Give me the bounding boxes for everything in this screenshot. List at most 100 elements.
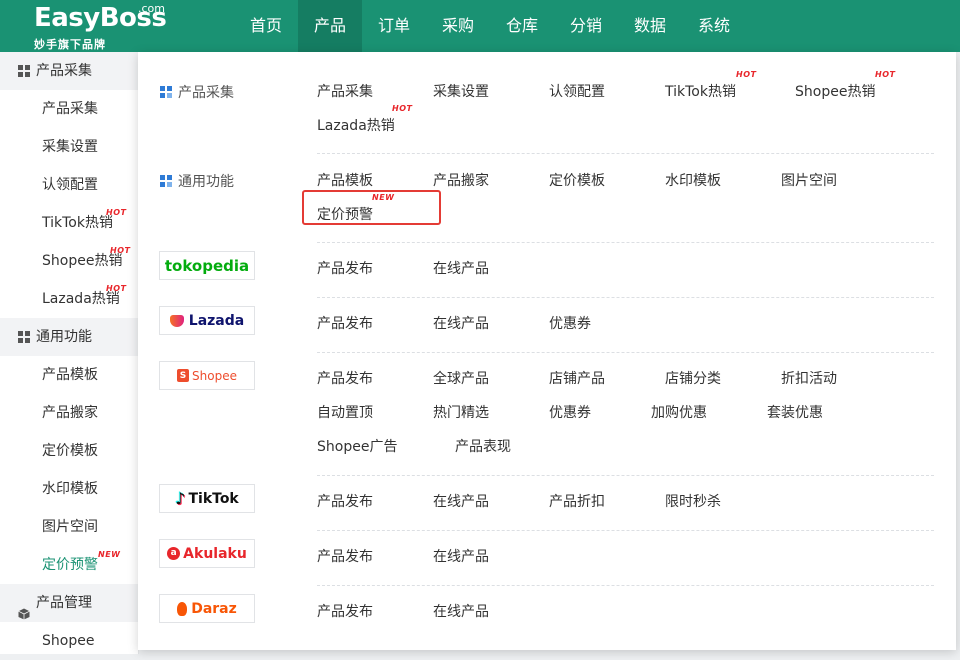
menu-link-shopee-bundle-deal[interactable]: 套装优惠 bbox=[767, 402, 823, 422]
link-label: 在线产品 bbox=[433, 261, 489, 277]
sidebar-item-tiktok-hot[interactable]: TikTok热销 HOT bbox=[0, 204, 138, 242]
link-label: 产品发布 bbox=[317, 494, 373, 510]
product-mega-menu: 产品采集 产品采集 采集设置 认领配置 TikTok热销 HOT Shopee热销… bbox=[138, 52, 956, 650]
sidebar-item-label: 定价模板 bbox=[42, 443, 98, 459]
akulaku-logo: a Akulaku bbox=[159, 539, 255, 568]
menu-link-watermark-template[interactable]: 水印模板 bbox=[665, 170, 721, 190]
menu-link-tokopedia-publish[interactable]: 产品发布 bbox=[317, 258, 373, 278]
hot-badge: HOT bbox=[875, 70, 896, 79]
link-label: 在线产品 bbox=[433, 316, 489, 332]
menu-link-product-move[interactable]: 产品搬家 bbox=[433, 170, 489, 190]
menu-link-lazada-coupon[interactable]: 优惠券 bbox=[549, 313, 591, 333]
sidebar-item-product-collect[interactable]: 产品采集 bbox=[0, 90, 138, 128]
sidebar-group-product-manage[interactable]: 产品管理 bbox=[0, 584, 138, 622]
divider bbox=[317, 475, 934, 476]
sidebar-item-label: 水印模板 bbox=[42, 481, 98, 497]
sidebar-item-label: 采集设置 bbox=[42, 139, 98, 155]
menu-link-shopee-store-products[interactable]: 店铺产品 bbox=[549, 368, 605, 388]
sidebar-item-collect-settings[interactable]: 采集设置 bbox=[0, 128, 138, 166]
tiktok-note-icon: ♪ bbox=[175, 489, 186, 508]
sidebar-item-claim-config[interactable]: 认领配置 bbox=[0, 166, 138, 204]
menu-link-akulaku-publish[interactable]: 产品发布 bbox=[317, 546, 373, 566]
sidebar-item-label: 图片空间 bbox=[42, 519, 98, 535]
menu-link-tokopedia-online[interactable]: 在线产品 bbox=[433, 258, 489, 278]
sidebar-item-label: TikTok热销 bbox=[42, 215, 113, 231]
menu-link-tiktok-discount[interactable]: 产品折扣 bbox=[549, 491, 605, 511]
menu-link-lazada-hot[interactable]: Lazada热销 HOT bbox=[317, 104, 412, 135]
nav-data[interactable]: 数据 bbox=[618, 0, 682, 52]
menu-link-shopee-performance[interactable]: 产品表现 bbox=[455, 436, 511, 456]
menu-link-pricing-template[interactable]: 定价模板 bbox=[549, 170, 605, 190]
akulaku-circle-icon: a bbox=[167, 547, 181, 560]
link-label: 限时秒杀 bbox=[665, 494, 721, 510]
menu-link-collect-settings[interactable]: 采集设置 bbox=[433, 81, 489, 101]
menu-link-shopee-coupon[interactable]: 优惠券 bbox=[549, 402, 591, 422]
sidebar-item-label: 认领配置 bbox=[42, 177, 98, 193]
menu-link-shopee-hot-picks[interactable]: 热门精选 bbox=[433, 402, 489, 422]
menu-link-tiktok-publish[interactable]: 产品发布 bbox=[317, 491, 373, 511]
sidebar-item-pricing-template[interactable]: 定价模板 bbox=[0, 432, 138, 470]
nav-purchase[interactable]: 采购 bbox=[426, 0, 490, 52]
sidebar-group-label: 产品采集 bbox=[36, 63, 92, 79]
menu-link-shopee-discount[interactable]: 折扣活动 bbox=[781, 368, 837, 388]
sidebar-group-collect[interactable]: 产品采集 bbox=[0, 52, 138, 90]
lazada-heart-icon bbox=[169, 314, 184, 327]
sidebar-item-product-template[interactable]: 产品模板 bbox=[0, 356, 138, 394]
sidebar-item-lazada-hot[interactable]: Lazada热销 HOT bbox=[0, 280, 138, 318]
menu-link-tiktok-hot[interactable]: TikTok热销 HOT bbox=[665, 70, 756, 101]
link-label: 在线产品 bbox=[433, 494, 489, 510]
sidebar-item-product-move[interactable]: 产品搬家 bbox=[0, 394, 138, 432]
highlight-box bbox=[302, 190, 441, 225]
link-label: 在线产品 bbox=[433, 604, 489, 620]
link-label: 加购优惠 bbox=[651, 405, 707, 421]
tokopedia-logo: tokopedia bbox=[159, 251, 255, 280]
link-label: 优惠券 bbox=[549, 405, 591, 421]
hot-badge: HOT bbox=[110, 246, 131, 255]
menu-link-daraz-online[interactable]: 在线产品 bbox=[433, 601, 489, 621]
hot-badge: HOT bbox=[106, 284, 127, 293]
menu-link-claim-config[interactable]: 认领配置 bbox=[549, 81, 605, 101]
menu-link-tiktok-flash-sale[interactable]: 限时秒杀 bbox=[665, 491, 721, 511]
menu-link-shopee-store-category[interactable]: 店铺分类 bbox=[665, 368, 721, 388]
sidebar-item-label: 产品搬家 bbox=[42, 405, 98, 421]
nav-home[interactable]: 首页 bbox=[234, 0, 298, 52]
menu-link-shopee-hot[interactable]: Shopee热销 HOT bbox=[795, 70, 895, 101]
menu-link-shopee-global[interactable]: 全球产品 bbox=[433, 368, 489, 388]
menu-link-shopee-addon-deal[interactable]: 加购优惠 bbox=[651, 402, 707, 422]
menu-link-daraz-publish[interactable]: 产品发布 bbox=[317, 601, 373, 621]
link-label: 套装优惠 bbox=[767, 405, 823, 421]
menu-link-akulaku-online[interactable]: 在线产品 bbox=[433, 546, 489, 566]
sidebar-item-image-space[interactable]: 图片空间 bbox=[0, 508, 138, 546]
hot-badge: HOT bbox=[392, 104, 413, 113]
menu-link-shopee-auto-top[interactable]: 自动置顶 bbox=[317, 402, 373, 422]
logo-subtitle: 妙手旗下品牌 bbox=[34, 38, 106, 51]
menu-link-lazada-online[interactable]: 在线产品 bbox=[433, 313, 489, 333]
nav-product[interactable]: 产品 bbox=[298, 0, 362, 52]
menu-link-product-template[interactable]: 产品模板 bbox=[317, 170, 373, 190]
nav-orders[interactable]: 订单 bbox=[362, 0, 426, 52]
nav-warehouse[interactable]: 仓库 bbox=[490, 0, 554, 52]
menu-link-product-collect[interactable]: 产品采集 bbox=[317, 81, 373, 101]
easyboss-logo[interactable]: EasyBoss .com 妙手旗下品牌 bbox=[34, 2, 174, 52]
sidebar-item-watermark-template[interactable]: 水印模板 bbox=[0, 470, 138, 508]
menu-link-tiktok-online[interactable]: 在线产品 bbox=[433, 491, 489, 511]
menu-link-lazada-publish[interactable]: 产品发布 bbox=[317, 313, 373, 333]
menu-link-image-space[interactable]: 图片空间 bbox=[781, 170, 837, 190]
nav-system[interactable]: 系统 bbox=[682, 0, 746, 52]
sidebar-item-price-alert[interactable]: 定价预警 NEW bbox=[0, 546, 138, 584]
category-label: 产品采集 bbox=[178, 85, 234, 101]
menu-link-shopee-publish[interactable]: 产品发布 bbox=[317, 368, 373, 388]
grid-icon bbox=[18, 65, 30, 77]
menu-link-shopee-ads[interactable]: Shopee广告 bbox=[317, 436, 397, 456]
logo-text: tokopedia bbox=[164, 256, 250, 275]
sidebar-group-common[interactable]: 通用功能 bbox=[0, 318, 138, 356]
sidebar-item-shopee-hot[interactable]: Shopee热销 HOT bbox=[0, 242, 138, 280]
divider bbox=[317, 530, 934, 531]
link-label: 产品发布 bbox=[317, 261, 373, 277]
nav-distribution[interactable]: 分销 bbox=[554, 0, 618, 52]
link-label: 认领配置 bbox=[549, 84, 605, 100]
sidebar-item-shopee[interactable]: Shopee bbox=[0, 622, 138, 660]
link-label: 热门精选 bbox=[433, 405, 489, 421]
link-label: 优惠券 bbox=[549, 316, 591, 332]
divider bbox=[317, 153, 934, 154]
